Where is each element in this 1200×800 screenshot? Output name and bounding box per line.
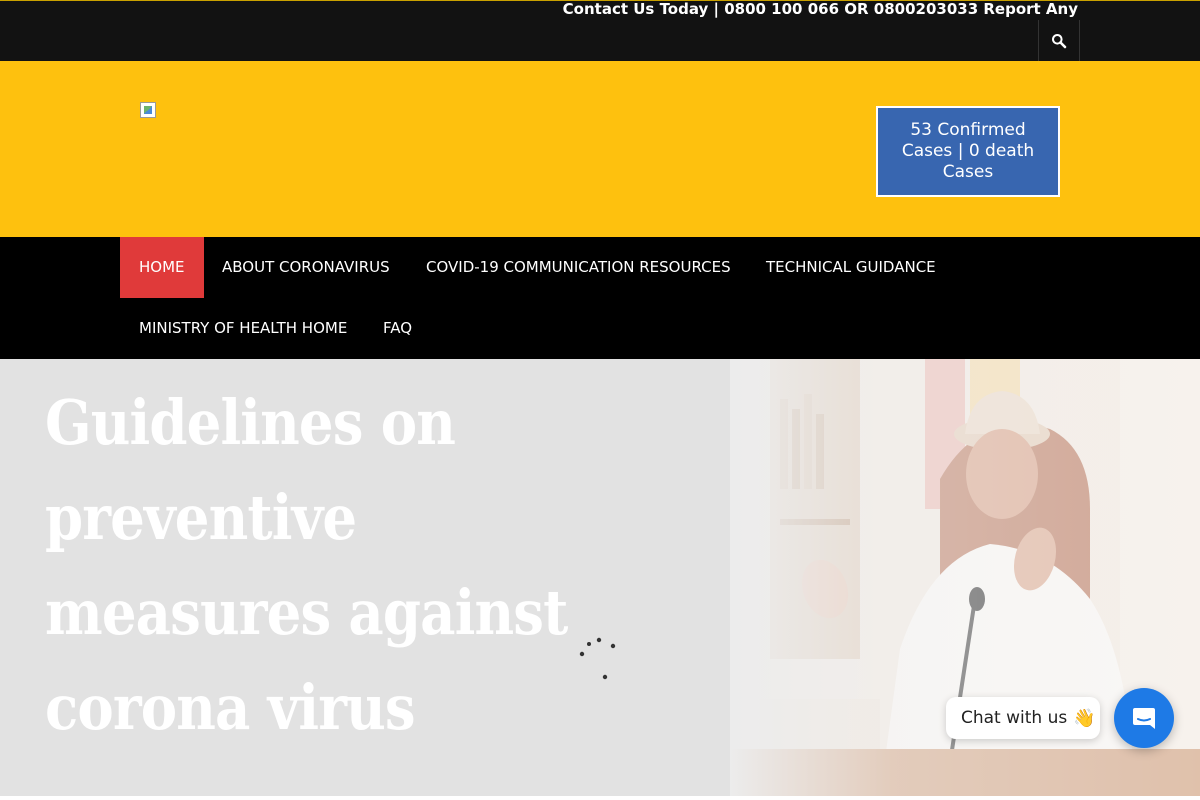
nav-item-about-coronavirus[interactable]: ABOUT CORONAVIRUS [203, 237, 409, 298]
cases-counter[interactable]: 53 Confirmed Cases | 0 death Cases [876, 106, 1060, 197]
top-bar: Contact Us Today | 0800 100 066 OR 08002… [0, 0, 1200, 62]
nav-item-technical-guidance[interactable]: TECHNICAL GUIDANCE [747, 237, 955, 298]
chat-launcher-button[interactable] [1114, 688, 1174, 748]
cases-text: 53 Confirmed Cases | 0 death Cases [901, 120, 1035, 182]
search-button[interactable] [1038, 20, 1080, 62]
hero-title-line: corona virus [45, 671, 416, 744]
loading-spinner-icon [579, 637, 616, 680]
hero-title-line: measures against [45, 576, 568, 649]
main-nav: HOME ABOUT CORONAVIRUS COVID-19 COMMUNIC… [0, 237, 1200, 359]
contact-info: Contact Us Today | 0800 100 066 OR 08002… [562, 0, 1078, 18]
broken-image-icon[interactable] [140, 102, 156, 118]
nav-item-faq[interactable]: FAQ [364, 298, 431, 359]
hero-title-line: Guidelines on preventive [45, 386, 456, 554]
chat-prompt[interactable]: Chat with us 👋 [946, 697, 1100, 739]
nav-item-communication-resources[interactable]: COVID-19 COMMUNICATION RESOURCES [407, 237, 750, 298]
chat-label: Chat with us [961, 708, 1068, 728]
chat-bubble-icon [1133, 708, 1155, 729]
header-band: 53 Confirmed Cases | 0 death Cases [0, 61, 1200, 237]
waving-hand-icon: 👋 [1073, 707, 1096, 729]
hero-title: Guidelines on preventive measures agains… [45, 375, 643, 755]
nav-item-home[interactable]: HOME [120, 237, 204, 298]
search-icon [1052, 34, 1067, 49]
nav-item-ministry-of-health-home[interactable]: MINISTRY OF HEALTH HOME [120, 298, 366, 359]
